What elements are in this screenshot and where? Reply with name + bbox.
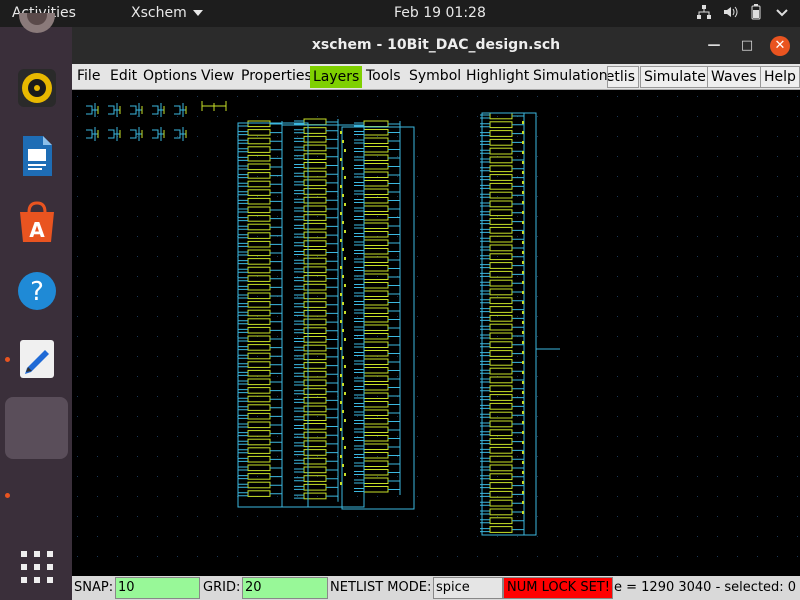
schematic-canvas[interactable]	[72, 91, 800, 576]
help-button[interactable]: Help	[760, 66, 800, 88]
simulate-button[interactable]: Simulate	[640, 66, 710, 88]
snap-label: SNAP:	[74, 580, 114, 595]
menu-view[interactable]: View	[201, 68, 234, 84]
maximize-icon[interactable]: □	[737, 36, 757, 56]
volume-icon[interactable]	[722, 4, 738, 20]
menu-properties[interactable]: Properties	[241, 68, 312, 84]
xschem-icon-active[interactable]	[5, 397, 68, 459]
numlock-indicator: NUM LOCK SET!	[503, 577, 613, 599]
libreoffice-impress-icon[interactable]	[14, 133, 60, 179]
menu-layers[interactable]: Layers	[310, 66, 363, 88]
grid-input[interactable]: 20	[242, 577, 328, 599]
running-indicator	[5, 493, 10, 498]
status-bar: SNAP: 10 GRID: 20 NETLIST MODE: spice NU…	[72, 576, 800, 600]
xschem-window: xschem - 10Bit_DAC_design.sch — □ ✕ File…	[72, 27, 800, 600]
app-menu[interactable]: Xschem	[131, 5, 203, 21]
system-tray[interactable]	[696, 4, 790, 20]
chevron-down-icon[interactable]	[774, 4, 790, 20]
snap-input[interactable]: 10	[115, 577, 200, 599]
menu-tools[interactable]: Tools	[366, 68, 401, 84]
battery-icon[interactable]	[748, 4, 764, 20]
app-menu-label: Xschem	[131, 5, 187, 21]
window-titlebar[interactable]: xschem - 10Bit_DAC_design.sch — □ ✕	[72, 27, 800, 64]
menu-bar: File Edit Options View Properties Layers…	[72, 64, 800, 90]
text-editor-icon[interactable]	[14, 336, 60, 382]
clock[interactable]: Feb 19 01:28	[394, 5, 486, 21]
app-icon-partial[interactable]	[14, 0, 60, 59]
svg-text:A: A	[29, 218, 45, 242]
rhythmbox-icon[interactable]	[14, 65, 60, 111]
menu-options[interactable]: Options	[143, 68, 197, 84]
netlist-mode-value[interactable]: spice	[433, 577, 503, 599]
running-indicator	[5, 357, 10, 362]
ubuntu-software-icon[interactable]: A	[14, 200, 60, 246]
chevron-down-icon	[192, 10, 203, 16]
netlist-mode-label: NETLIST MODE:	[330, 580, 432, 595]
system-top-bar: Activities Xschem Feb 19 01:28	[0, 0, 800, 27]
waves-button[interactable]: Waves	[707, 66, 761, 88]
menu-file[interactable]: File	[77, 68, 100, 84]
schematic-drawing	[77, 96, 798, 557]
menu-simulation[interactable]: Simulation	[533, 68, 608, 84]
menu-highlight[interactable]: Highlight	[466, 68, 529, 84]
netlist-button[interactable]: letlis	[607, 66, 639, 88]
svg-text:?: ?	[30, 277, 44, 307]
menu-edit[interactable]: Edit	[110, 68, 137, 84]
dock: A ?	[0, 0, 72, 600]
show-applications-icon[interactable]	[14, 544, 60, 590]
help-icon[interactable]: ?	[14, 268, 60, 314]
close-icon[interactable]: ✕	[770, 36, 790, 56]
coordinates-readout: e = 1290 3040 - selected: 0 p	[614, 580, 800, 595]
window-title: xschem - 10Bit_DAC_design.sch	[311, 37, 561, 53]
menu-symbol[interactable]: Symbol	[409, 68, 461, 84]
minimize-icon[interactable]: —	[704, 36, 724, 56]
network-icon[interactable]	[696, 4, 712, 20]
grid-label: GRID:	[203, 580, 241, 595]
